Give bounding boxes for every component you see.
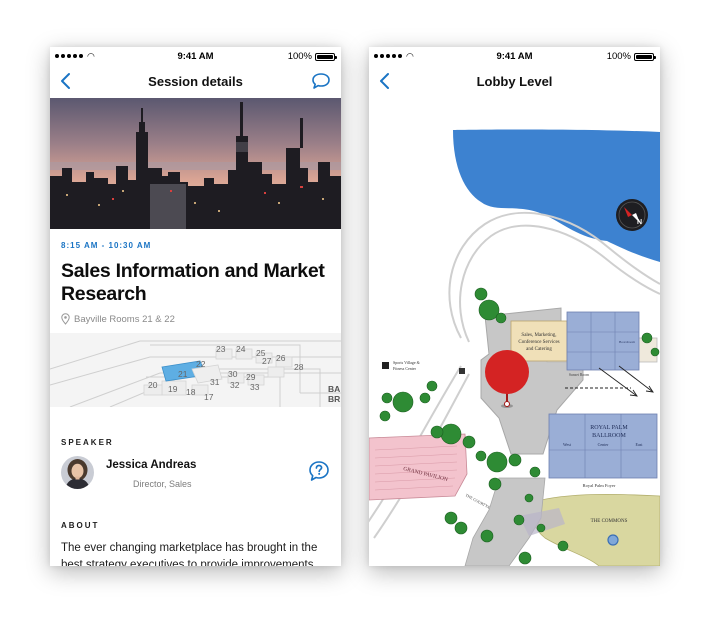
- sports-village-label-2: Fitness Center: [393, 366, 417, 371]
- battery-icon: [634, 52, 656, 61]
- lobby-floor-map[interactable]: Sales, Marketing, Conference Services an…: [369, 98, 660, 566]
- room-21: 21: [178, 369, 188, 379]
- ballroom-label-1: ROYAL PALM: [590, 425, 628, 431]
- commons-label: THE COMMONS: [591, 519, 628, 524]
- location-label: Bayville Rooms 21 & 22: [74, 313, 175, 325]
- compass-icon[interactable]: N: [615, 198, 649, 232]
- the-commons: [531, 493, 660, 566]
- battery-percent: 100%: [606, 51, 631, 62]
- status-bar: ◠ 9:41 AM 100%: [50, 47, 341, 65]
- ballroom-label-2: BALLROOM: [592, 433, 626, 439]
- session-room-map[interactable]: 23 24 25 26 22 27 28 21 30 29 31 32 33 2…: [50, 333, 341, 407]
- battery-percent: 100%: [287, 51, 312, 62]
- speaker-section-label: SPEAKER: [61, 438, 114, 447]
- room-28: 28: [294, 362, 304, 372]
- compass-north-label: N: [637, 219, 642, 226]
- page-title: Session details: [148, 74, 243, 89]
- room-29: 29: [246, 372, 256, 382]
- session-location[interactable]: Bayville Rooms 21 & 22: [61, 313, 175, 325]
- about-text: The ever changing marketplace has brough…: [61, 542, 318, 566]
- sales-office-label-1: Sales, Marketing,: [521, 333, 556, 338]
- nav-bar: Lobby Level: [369, 65, 660, 98]
- room-32: 32: [230, 380, 240, 390]
- room-26: 26: [276, 353, 286, 363]
- floor-map-screen: ◠ 9:41 AM 100% Lobby Level Sales, Market…: [369, 47, 660, 566]
- room-27: 27: [262, 356, 272, 366]
- nav-bar: Session details: [50, 65, 341, 98]
- session-title: Sales Information and Market Research: [61, 260, 325, 305]
- session-time: 8:15 AM - 10:30 AM: [61, 241, 152, 250]
- page-title: Lobby Level: [476, 74, 553, 89]
- room-17: 17: [204, 392, 214, 402]
- room-30: 30: [228, 369, 238, 379]
- ballroom-west-label: West: [563, 442, 572, 447]
- about-section-label: ABOUT: [61, 521, 100, 530]
- room-20: 20: [148, 380, 158, 390]
- boardroom-label: Boardroom: [619, 340, 635, 344]
- sunset-room-label: Sunset Room: [569, 373, 589, 377]
- ballroom-foyer-label: Royal Palm Foyer: [583, 483, 616, 488]
- battery-icon: [315, 52, 337, 61]
- room-19: 19: [168, 384, 178, 394]
- sales-office-label-2: Conference Services: [518, 340, 559, 345]
- chat-button[interactable]: [311, 72, 331, 90]
- mini-map-side-label-1: BA: [328, 384, 340, 394]
- ask-question-button[interactable]: [308, 460, 330, 482]
- room-23: 23: [216, 344, 226, 354]
- ballroom-east-label: East: [636, 442, 644, 447]
- ballroom-center-label: Center: [598, 442, 609, 447]
- mini-map-side-label-2: BR: [328, 394, 340, 404]
- question-bubble-icon: [309, 461, 329, 481]
- status-bar: ◠ 9:41 AM 100%: [369, 47, 660, 65]
- chat-bubble-icon: [312, 73, 330, 89]
- speaker-role: Director, Sales: [133, 479, 192, 489]
- room-22: 22: [196, 359, 206, 369]
- room-33: 33: [250, 382, 260, 392]
- session-hero-image: [50, 98, 341, 229]
- room-24: 24: [236, 344, 246, 354]
- speaker-name[interactable]: Jessica Andreas: [106, 459, 196, 471]
- session-details-screen: ◠ 9:41 AM 100% Session details 8:15 AM -…: [50, 47, 341, 566]
- speaker-avatar[interactable]: [61, 456, 94, 489]
- location-pin-marker[interactable]: [483, 350, 531, 410]
- room-31: 31: [210, 377, 220, 387]
- location-pin-icon: [61, 313, 70, 325]
- sports-village-label-1: Sports Village &: [393, 360, 421, 365]
- room-18: 18: [186, 387, 196, 397]
